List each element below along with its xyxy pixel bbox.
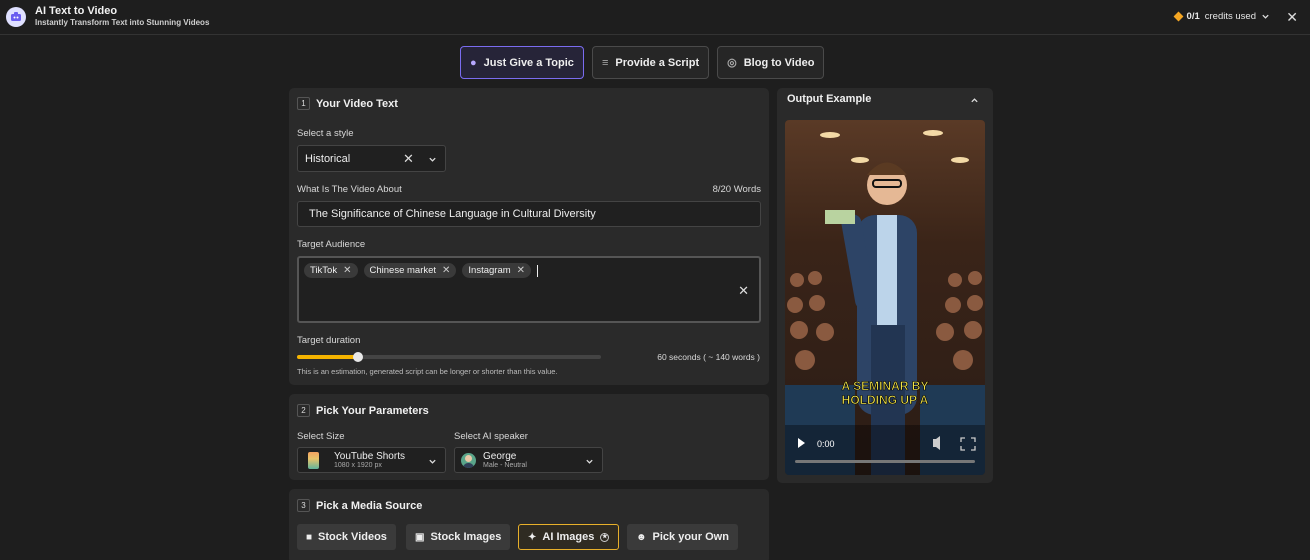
video-camera-icon: ■ bbox=[306, 531, 313, 543]
size-value: YouTube Shorts bbox=[334, 451, 405, 462]
chip-label: Chinese market bbox=[369, 265, 437, 276]
duration-note: This is an estimation, generated script … bbox=[297, 367, 558, 376]
style-value: Historical bbox=[305, 153, 351, 165]
section-header: 2 Pick Your Parameters bbox=[297, 404, 429, 417]
button-label: AI Images bbox=[542, 531, 595, 543]
remove-chip-icon[interactable]: ✕ bbox=[517, 265, 525, 276]
speaker-label: Select AI speaker bbox=[454, 431, 528, 442]
premium-badge-icon: ★ bbox=[600, 532, 610, 542]
section-title: Pick Your Parameters bbox=[316, 404, 429, 417]
size-label: Select Size bbox=[297, 431, 345, 442]
audience-chip: Chinese market ✕ bbox=[363, 263, 457, 278]
lines-icon: ≡ bbox=[601, 56, 609, 69]
text-cursor bbox=[537, 264, 539, 277]
audience-chip: Instagram ✕ bbox=[462, 263, 532, 278]
sparkle-icon: ✦ bbox=[528, 531, 537, 543]
chip-label: Instagram bbox=[468, 265, 511, 276]
top-bar: AI Text to Video Instantly Transform Tex… bbox=[0, 0, 1310, 35]
duration-label: Target duration bbox=[297, 335, 361, 346]
audience-chip: TikTok ✕ bbox=[304, 263, 358, 278]
section-title: Your Video Text bbox=[316, 97, 398, 110]
output-video-player[interactable]: A SEMINAR BY HOLDING UP A 0:00 bbox=[785, 120, 985, 475]
app-title: AI Text to Video bbox=[35, 5, 118, 17]
close-icon[interactable]: ✕ bbox=[1286, 9, 1298, 26]
video-text-card: 1 Your Video Text Select a style Histori… bbox=[289, 88, 769, 385]
topic-value: The Significance of Chinese Language in … bbox=[309, 208, 596, 220]
button-label: Stock Videos bbox=[318, 531, 387, 543]
speaker-value: George bbox=[483, 451, 517, 462]
output-title: Output Example bbox=[787, 93, 872, 105]
step-number: 2 bbox=[297, 404, 310, 417]
remove-chip-icon[interactable]: ✕ bbox=[442, 265, 450, 276]
tab-label: Just Give a Topic bbox=[483, 56, 574, 69]
credits-value: 0/1 bbox=[1186, 11, 1200, 22]
tab-provide-a-script[interactable]: ≡ Provide a Script bbox=[591, 46, 710, 79]
clear-all-icon[interactable]: ✕ bbox=[738, 283, 749, 299]
chevron-down-icon bbox=[429, 459, 436, 464]
style-select[interactable]: Historical ✕ bbox=[297, 145, 446, 172]
tab-label: Provide a Script bbox=[615, 56, 700, 69]
lightbulb-icon: ● bbox=[470, 56, 477, 69]
size-thumbnail-icon bbox=[308, 452, 319, 469]
parameters-card: 2 Pick Your Parameters Select Size YouTu… bbox=[289, 394, 769, 480]
pick-your-own-button[interactable]: ☻ Pick your Own bbox=[627, 524, 738, 550]
button-label: Stock Images bbox=[430, 531, 502, 543]
app-subtitle: Instantly Transform Text into Stunning V… bbox=[35, 18, 210, 27]
image-icon: ▣ bbox=[415, 531, 425, 543]
video-frame-image: A SEMINAR BY HOLDING UP A 0:00 bbox=[785, 120, 985, 475]
credit-diamond-icon bbox=[1173, 11, 1183, 22]
app-logo-icon bbox=[6, 7, 26, 27]
speaker-select[interactable]: George Male - Neutral bbox=[454, 447, 603, 473]
video-time: 0:00 bbox=[817, 439, 835, 449]
stock-videos-button[interactable]: ■ Stock Videos bbox=[297, 524, 396, 550]
size-select[interactable]: YouTube Shorts 1080 x 1920 px bbox=[297, 447, 446, 473]
step-number: 3 bbox=[297, 499, 310, 512]
avatar bbox=[461, 453, 476, 468]
speaker-sub: Male - Neutral bbox=[483, 462, 527, 469]
section-header: 3 Pick a Media Source bbox=[297, 499, 422, 512]
credits-label: credits used bbox=[1204, 11, 1256, 22]
tab-blog-to-video[interactable]: ◎ Blog to Video bbox=[717, 46, 825, 79]
credits-dropdown[interactable]: 0/1 credits used bbox=[1173, 11, 1270, 22]
chevron-down-icon bbox=[429, 157, 436, 162]
button-label: Pick your Own bbox=[652, 531, 729, 543]
stock-images-button[interactable]: ▣ Stock Images bbox=[406, 524, 511, 550]
ai-images-button[interactable]: ✦ AI Images ★ bbox=[518, 524, 620, 550]
topic-input[interactable]: The Significance of Chinese Language in … bbox=[297, 201, 761, 227]
tab-label: Blog to Video bbox=[743, 56, 815, 69]
chevron-up-icon[interactable] bbox=[970, 96, 979, 105]
audience-chip-list: TikTok ✕ Chinese market ✕ Instagram ✕ bbox=[304, 263, 539, 278]
video-progress-bar[interactable] bbox=[795, 460, 975, 463]
duration-slider-fill bbox=[297, 355, 358, 359]
duration-value: 60 seconds ( ~ 140 words ) bbox=[657, 352, 760, 362]
section-title: Pick a Media Source bbox=[316, 499, 423, 512]
audience-input[interactable]: TikTok ✕ Chinese market ✕ Instagram ✕ ✕ bbox=[297, 256, 761, 323]
user-plus-icon: ☻ bbox=[636, 531, 647, 543]
about-label: What Is The Video About bbox=[297, 184, 402, 195]
chevron-down-icon bbox=[1262, 14, 1269, 19]
chevron-down-icon bbox=[586, 459, 593, 464]
chip-label: TikTok bbox=[310, 265, 338, 276]
video-caption-line2: HOLDING UP A bbox=[842, 393, 929, 407]
audience-label: Target Audience bbox=[297, 239, 366, 250]
mode-tabs: ● Just Give a Topic ≡ Provide a Script ◎… bbox=[460, 46, 825, 79]
word-count: 8/20 Words bbox=[712, 184, 761, 195]
media-source-card: 3 Pick a Media Source ■ Stock Videos ▣ S… bbox=[289, 489, 769, 560]
step-number: 1 bbox=[297, 97, 310, 110]
globe-icon: ◎ bbox=[727, 57, 737, 69]
duration-slider-handle[interactable] bbox=[353, 352, 363, 362]
size-sub: 1080 x 1920 px bbox=[334, 462, 382, 469]
clear-icon[interactable]: ✕ bbox=[403, 151, 414, 167]
style-label: Select a style bbox=[297, 128, 354, 139]
tab-just-give-a-topic[interactable]: ● Just Give a Topic bbox=[460, 46, 584, 79]
video-caption-line1: A SEMINAR BY bbox=[842, 379, 929, 393]
remove-chip-icon[interactable]: ✕ bbox=[343, 265, 351, 276]
section-header: 1 Your Video Text bbox=[297, 97, 398, 110]
